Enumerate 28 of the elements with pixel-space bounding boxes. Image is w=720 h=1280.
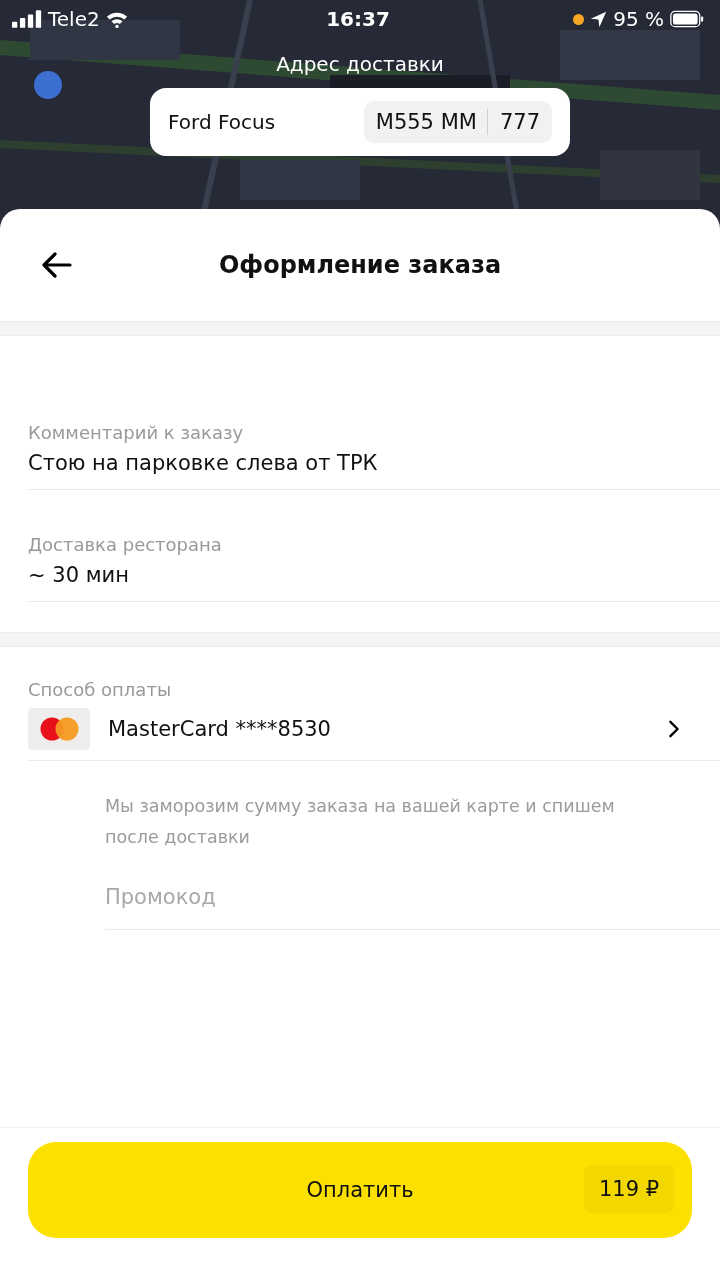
battery-percent: 95 % xyxy=(613,7,664,31)
plate-region: 777 xyxy=(498,110,540,134)
back-arrow-icon[interactable] xyxy=(40,251,72,279)
field-label: Доставка ресторана xyxy=(28,534,223,555)
car-card[interactable]: Ford Focus М555 ММ 777 xyxy=(150,88,570,156)
battery-icon xyxy=(670,10,704,28)
signal-icon xyxy=(12,10,42,28)
payment-label: Способ оплаты xyxy=(28,679,173,700)
chevron-right-icon xyxy=(668,720,680,738)
page-title: Оформление заказа xyxy=(217,251,503,279)
card-logo-icon xyxy=(28,708,90,750)
pay-button[interactable]: Оплатить 119 ₽ xyxy=(28,1142,692,1238)
card-name: MasterCard ****8530 xyxy=(108,717,332,741)
field-value: Стою на парковке слева от ТРК xyxy=(28,451,379,475)
price-tag: 119 ₽ xyxy=(584,1165,674,1213)
payment-method-row[interactable]: MasterCard ****8530 xyxy=(28,708,720,761)
car-model: Ford Focus xyxy=(168,110,276,134)
plate-number: М555 ММ xyxy=(375,109,488,135)
indicator-dot-icon xyxy=(573,13,585,25)
field-value: ~ 30 мин xyxy=(28,563,130,587)
wifi-icon xyxy=(105,10,128,28)
delivery-title: Адрес доставки xyxy=(276,52,444,76)
carrier-name: Tele2 xyxy=(48,7,100,31)
clock: 16:37 xyxy=(326,7,390,31)
payment-note: Мы заморозим сумму заказа на вашей карте и спишем после доставки xyxy=(105,795,616,849)
promo-code-field[interactable]: Промокод xyxy=(105,879,720,930)
location-arrow-icon xyxy=(590,10,608,28)
field-label: Комментарий к заказу xyxy=(28,422,245,443)
